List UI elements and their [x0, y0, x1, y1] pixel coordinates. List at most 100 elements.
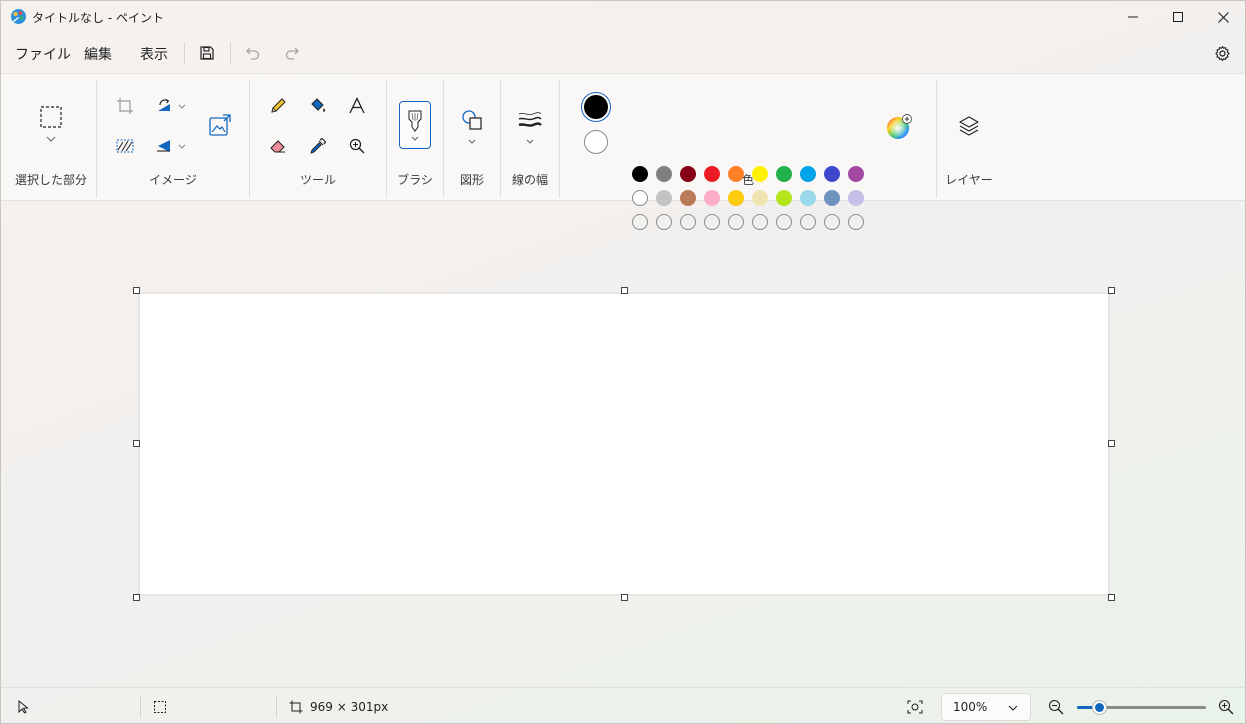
custom-color-slot[interactable] [824, 214, 840, 230]
primary-color-swatch[interactable] [581, 92, 611, 122]
close-button[interactable] [1200, 1, 1246, 33]
ribbon-divider [936, 80, 937, 198]
brush-button[interactable] [399, 101, 431, 149]
edit-colors-button[interactable] [886, 114, 912, 140]
canvas-resize-handle[interactable] [133, 287, 140, 294]
group-label-selection: 選択した部分 [14, 173, 87, 187]
palette-swatch[interactable] [632, 190, 648, 206]
ribbon-toolbar: 選択した部分 イメージ ツール ブラシ 図形 線の幅 色 レイヤー [1, 73, 1245, 230]
chevron-down-icon [411, 136, 419, 141]
select-tool-button[interactable] [36, 102, 66, 132]
palette-swatch[interactable] [656, 190, 672, 206]
brush-icon [408, 110, 422, 132]
flip-button[interactable] [149, 131, 193, 161]
minimize-icon [1128, 16, 1138, 18]
redo-icon [285, 47, 299, 60]
palette-swatch[interactable] [728, 190, 744, 206]
resize-image-button[interactable] [205, 110, 235, 140]
secondary-color-swatch[interactable] [584, 130, 608, 154]
custom-color-slot[interactable] [776, 214, 792, 230]
paint-bucket-icon [311, 98, 325, 112]
palette-swatch[interactable] [848, 166, 864, 182]
zoom-slider[interactable] [1077, 701, 1206, 714]
magnifier-tool-button[interactable] [342, 131, 372, 161]
palette-swatch[interactable] [680, 166, 696, 182]
color-picker-tool-button[interactable] [303, 131, 333, 161]
canvas-size-text: 969 × 301px [310, 700, 389, 714]
palette-swatch[interactable] [824, 166, 840, 182]
layers-icon [959, 116, 979, 136]
fit-to-window-button[interactable] [906, 698, 924, 716]
remove-background-button[interactable] [110, 131, 140, 161]
stroke-width-button[interactable] [515, 104, 545, 150]
custom-color-slot[interactable] [704, 214, 720, 230]
custom-color-slot[interactable] [632, 214, 648, 230]
custom-color-slot[interactable] [728, 214, 744, 230]
palette-swatch[interactable] [704, 190, 720, 206]
palette-swatch[interactable] [800, 190, 816, 206]
pencil-tool-button[interactable] [263, 91, 293, 121]
primary-color-fill [584, 95, 608, 119]
canvas-resize-handle[interactable] [1108, 594, 1115, 601]
palette-swatch[interactable] [632, 166, 648, 182]
status-bar: 969 × 301px 100% [1, 687, 1245, 724]
canvas-resize-handle[interactable] [621, 594, 628, 601]
shapes-icon [462, 109, 482, 130]
palette-swatch[interactable] [776, 166, 792, 182]
custom-color-slot[interactable] [752, 214, 768, 230]
canvas-resize-handle[interactable] [1108, 440, 1115, 447]
palette-swatch[interactable] [824, 190, 840, 206]
minimize-button[interactable] [1110, 1, 1156, 33]
palette-swatch[interactable] [680, 190, 696, 206]
palette-swatch[interactable] [752, 190, 768, 206]
group-label-colors: 色 [741, 173, 754, 187]
select-dropdown[interactable] [43, 132, 59, 146]
zoom-slider-thumb[interactable] [1092, 701, 1106, 714]
zoom-in-button[interactable] [1217, 698, 1235, 716]
undo-button[interactable] [239, 41, 267, 65]
canvas-resize-handle[interactable] [1108, 287, 1115, 294]
text-tool-button[interactable] [342, 91, 372, 121]
palette-swatch[interactable] [656, 166, 672, 182]
shapes-button[interactable] [457, 102, 487, 150]
custom-color-slot[interactable] [848, 214, 864, 230]
group-label-layers: レイヤー [945, 173, 993, 187]
custom-color-slot[interactable] [680, 214, 696, 230]
close-icon [1217, 11, 1229, 23]
palette-swatch[interactable] [776, 190, 792, 206]
menu-file[interactable]: ファイル [15, 44, 71, 64]
palette-swatch[interactable] [704, 166, 720, 182]
custom-color-slot[interactable] [656, 214, 672, 230]
chevron-down-icon [178, 104, 186, 109]
save-button[interactable] [193, 41, 221, 65]
eraser-tool-button[interactable] [263, 131, 293, 161]
rotate-button[interactable] [149, 91, 193, 121]
crop-button[interactable] [110, 91, 140, 121]
custom-color-slot[interactable] [800, 214, 816, 230]
zoom-out-icon [1048, 699, 1064, 715]
save-icon [200, 46, 214, 60]
canvas-resize-handle[interactable] [133, 594, 140, 601]
ribbon-divider [386, 80, 387, 198]
fill-tool-button[interactable] [303, 91, 333, 121]
maximize-button[interactable] [1155, 1, 1201, 33]
drawing-canvas[interactable] [139, 293, 1109, 595]
settings-button[interactable] [1208, 41, 1236, 65]
menu-edit[interactable]: 編集 [84, 44, 112, 64]
canvas-resize-handle[interactable] [621, 287, 628, 294]
menu-view[interactable]: 表示 [140, 44, 168, 64]
palette-swatch[interactable] [800, 166, 816, 182]
palette-swatch[interactable] [848, 190, 864, 206]
crop-icon [117, 98, 133, 114]
resize-image-icon [209, 114, 231, 136]
color-wheel-icon [887, 114, 912, 139]
canvas-resize-handle[interactable] [133, 440, 140, 447]
stroke-width-icon [518, 111, 542, 127]
cursor-position-icon [14, 698, 32, 716]
redo-button[interactable] [278, 41, 306, 65]
eyedropper-icon [310, 137, 327, 154]
zoom-level-dropdown[interactable]: 100% [941, 693, 1031, 721]
group-label-brush: ブラシ [397, 173, 433, 187]
zoom-out-button[interactable] [1047, 698, 1065, 716]
layers-button[interactable] [954, 111, 984, 141]
